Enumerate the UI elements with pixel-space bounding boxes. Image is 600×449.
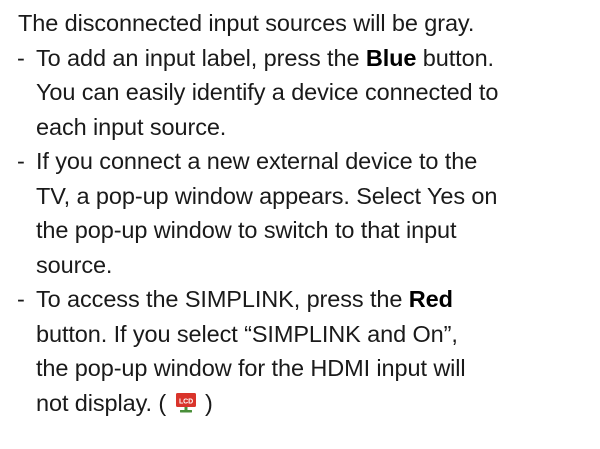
bullet-dash: -: [17, 148, 25, 174]
bullet-text: If you connect a new external device to …: [36, 144, 596, 282]
bullet-text-line: button. If you select “SIMPLINK and On”,: [36, 320, 458, 347]
bullet-text-line: each input source.: [36, 113, 227, 140]
intro-paragraph: The disconnected input sources will be g…: [18, 10, 475, 36]
bullet-dash: -: [17, 286, 25, 312]
bullet-text-segment: not display. (: [36, 389, 173, 416]
bullet-dash: -: [17, 44, 25, 71]
bullet-text-line: not display. ( LCD ): [36, 386, 596, 421]
bullet-text-line: the pop-up window to switch to that inpu…: [36, 217, 457, 243]
bullet-text-line: the pop-up window for the HDMI input wil…: [36, 355, 466, 381]
bullet-text-segment: button.: [416, 44, 494, 71]
bullet-text-segment: ): [198, 389, 213, 416]
bullet-text: To add an input label, press the Blue bu…: [36, 41, 596, 145]
bullet-text-segment: To access the SIMPLINK, press the: [36, 286, 409, 312]
lcd-tv-icon: LCD: [175, 392, 197, 414]
bullet-text-line: source.: [36, 251, 113, 278]
bullet-text-line: You can easily identify a device connect…: [36, 79, 499, 105]
bullet-text-line: TV, a pop-up window appears. Select Yes …: [36, 182, 498, 209]
bullet-text-segment: To add an input label, press the: [36, 44, 366, 71]
blue-button-keyword: Blue: [365, 44, 417, 71]
red-button-keyword: Red: [408, 286, 453, 312]
bullet-text-line: If you connect a new external device to …: [36, 148, 478, 174]
bullet-text: To access the SIMPLINK, press the Red but…: [36, 282, 596, 420]
bullet-item-external-device: - If you connect a new external device t…: [17, 144, 596, 282]
bullet-item-input-label: - To add an input label, press the Blue …: [17, 41, 596, 145]
document-body: The disconnected input sources will be g…: [17, 6, 596, 420]
bullet-text-line: To access the SIMPLINK, press the Red: [36, 282, 596, 317]
svg-text:LCD: LCD: [178, 398, 192, 405]
bullet-item-simplink: - To access the SIMPLINK, press the Red b…: [17, 282, 596, 420]
